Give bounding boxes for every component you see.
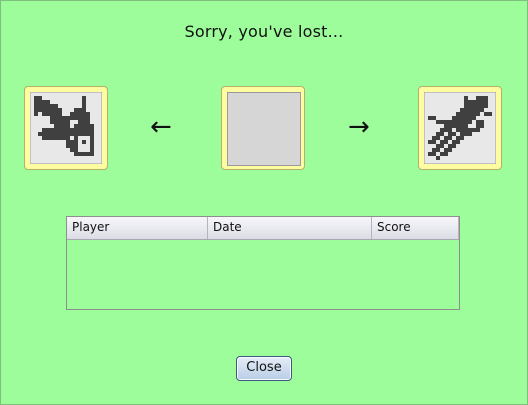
column-header-score[interactable]: Score: [372, 217, 459, 239]
table-header: Player Date Score: [67, 217, 459, 240]
right-piece-tile: [418, 86, 502, 170]
arrow-left: ←: [150, 112, 172, 142]
column-header-player[interactable]: Player: [67, 217, 208, 239]
squirrel-icon: [30, 92, 102, 164]
squid-icon: [424, 92, 496, 164]
column-header-date[interactable]: Date: [208, 217, 372, 239]
middle-piece-tile: [221, 86, 305, 170]
empty-tile-face: [227, 92, 301, 166]
high-scores-table: Player Date Score: [66, 216, 460, 310]
dialog-frame: [0, 0, 528, 405]
close-button[interactable]: Close: [236, 356, 292, 381]
result-message: Sorry, you've lost...: [184, 22, 344, 41]
left-piece-tile: [24, 86, 108, 170]
arrow-right: →: [348, 112, 370, 142]
